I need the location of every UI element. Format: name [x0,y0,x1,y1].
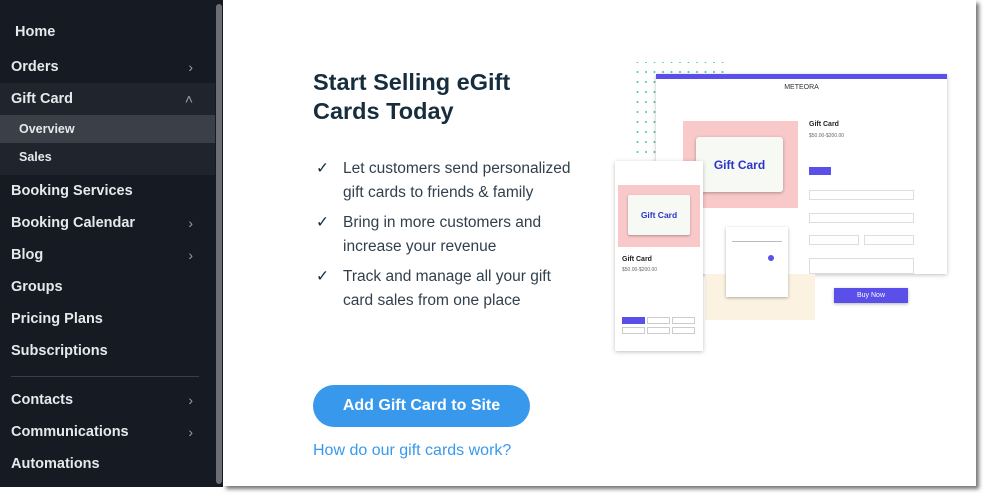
sidebar: Home Orders › Gift Card ˄ Overview Sales Bookin… [0,0,215,487]
scrollbar-thumb[interactable] [216,4,222,484]
feature-list: ✓ Let customers send personalized gift ca… [313,157,583,319]
chevron-right-icon: › [188,59,193,75]
sidebar-item-booking-services[interactable]: Booking Services [0,175,215,207]
sidebar-item-groups[interactable]: Groups [0,271,215,303]
sidebar-item-home[interactable]: Home [0,16,215,48]
sidebar-item-label: Pricing Plans [11,311,103,327]
sidebar-item-booking-calendar[interactable]: Booking Calendar › [0,207,215,239]
sidebar-item-gift-card[interactable]: Gift Card ˄ [0,83,215,115]
sidebar-item-subscriptions[interactable]: Subscriptions [0,335,215,367]
sidebar-item-label: Booking Calendar [11,215,136,231]
sidebar-item-automations[interactable]: Automations [0,448,215,480]
sidebar-divider [11,376,199,377]
add-gift-card-button[interactable]: Add Gift Card to Site [313,385,530,427]
how-gift-cards-work-link[interactable]: How do our gift cards work? [313,442,511,460]
sidebar-item-pricing-plans[interactable]: Pricing Plans [0,303,215,335]
sidebar-item-label: Automations [11,456,100,472]
sidebar-item-orders[interactable]: Orders › [0,51,215,83]
sidebar-item-blog[interactable]: Blog › [0,239,215,271]
feature-item: ✓ Bring in more customers and increase yo… [313,211,583,259]
sidebar-item-label: Sales [19,150,52,164]
check-icon: ✓ [316,160,329,177]
sidebar-item-label: Groups [11,279,63,295]
check-icon: ✓ [316,214,329,231]
chevron-right-icon: › [188,247,193,263]
chevron-up-icon: ˄ [184,91,193,107]
sidebar-item-overview[interactable]: Overview [0,115,215,143]
sidebar-item-label: Gift Card [11,91,74,107]
page-title: Start Selling eGift Cards Today [313,69,511,124]
sidebar-item-sales[interactable]: Sales [0,143,215,171]
chevron-right-icon: › [188,215,193,231]
sidebar-item-label: Contacts [11,392,74,408]
chevron-right-icon: › [188,424,193,440]
sidebar-item-label: Communications [11,424,129,440]
sidebar-item-label: Overview [19,122,75,136]
sidebar-item-label: Booking Services [11,183,133,199]
sidebar-item-communications[interactable]: Communications › [0,416,215,448]
calendar-mock: /* static dots */ [726,227,788,297]
feature-item: ✓ Let customers send personalized gift ca… [313,157,583,205]
buy-now-mock: Buy Now [834,288,908,303]
chevron-right-icon: › [188,392,193,408]
mobile-mockup: Gift Card Gift Card $50.00-$200.00 [615,161,703,351]
feature-item: ✓ Track and manage all your gift card sal… [313,265,583,313]
sidebar-item-label: Orders [11,59,59,75]
check-icon: ✓ [316,268,329,285]
sidebar-item-label: Home [15,24,56,40]
main-panel: Start Selling eGift Cards Today ✓ Let cus… [223,0,976,486]
sidebar-item-label: Blog [11,247,44,263]
sidebar-item-contacts[interactable]: Contacts › [0,384,215,416]
sidebar-item-label: Subscriptions [11,343,108,359]
